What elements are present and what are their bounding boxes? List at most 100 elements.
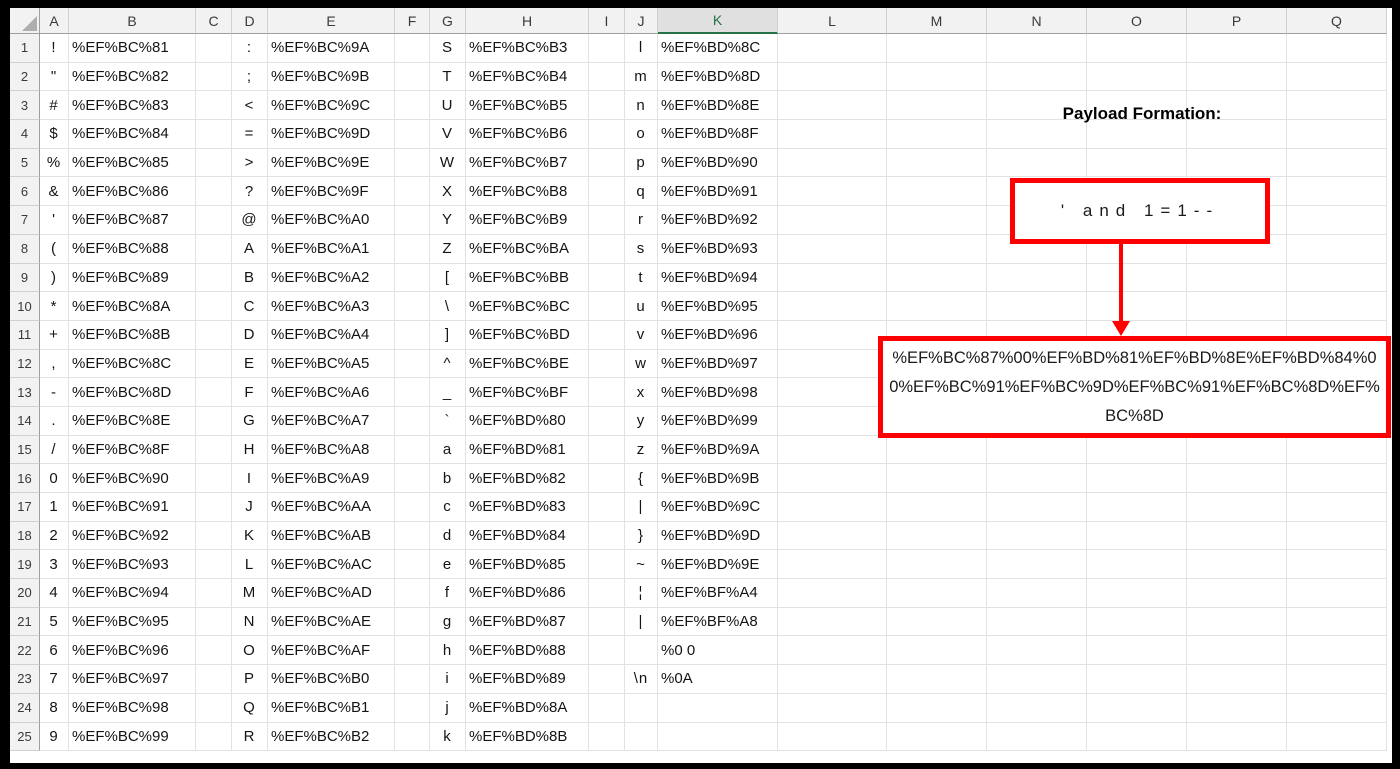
- cell-O15[interactable]: [1087, 435, 1187, 465]
- cell-H20[interactable]: %EF%BD%86: [466, 579, 589, 608]
- cell-M18[interactable]: [887, 521, 987, 551]
- cell-G20[interactable]: f: [430, 579, 466, 608]
- cell-O1[interactable]: [1087, 34, 1187, 63]
- column-header-M[interactable]: M: [887, 8, 987, 34]
- cell-F25[interactable]: [395, 722, 430, 752]
- cell-F20[interactable]: [395, 579, 430, 608]
- cell-O25[interactable]: [1087, 722, 1187, 752]
- cell-F14[interactable]: [395, 406, 430, 436]
- cell-A13[interactable]: -: [40, 378, 69, 407]
- cell-H7[interactable]: %EF%BC%B9: [466, 206, 589, 235]
- cell-D18[interactable]: K: [232, 521, 268, 551]
- row-header-4[interactable]: 4: [10, 120, 40, 149]
- cell-O10[interactable]: [1087, 292, 1187, 321]
- cell-D9[interactable]: B: [232, 263, 268, 293]
- cell-L4[interactable]: [778, 120, 887, 149]
- cell-O4[interactable]: [1087, 120, 1187, 149]
- cell-E24[interactable]: %EF%BC%B1: [268, 693, 395, 723]
- cell-F22[interactable]: [395, 636, 430, 666]
- row-header-25[interactable]: 25: [10, 722, 40, 752]
- cell-M25[interactable]: [887, 722, 987, 752]
- cell-F11[interactable]: [395, 320, 430, 350]
- cell-B1[interactable]: %EF%BC%81: [69, 34, 196, 63]
- cell-C24[interactable]: [196, 693, 232, 723]
- cell-J8[interactable]: s: [625, 234, 658, 264]
- cell-K10[interactable]: %EF%BD%95: [658, 292, 778, 321]
- cell-M10[interactable]: [887, 292, 987, 321]
- row-header-9[interactable]: 9: [10, 263, 40, 293]
- cell-C2[interactable]: [196, 62, 232, 92]
- cell-P15[interactable]: [1187, 435, 1287, 465]
- cell-B9[interactable]: %EF%BC%89: [69, 263, 196, 293]
- cell-J18[interactable]: }: [625, 521, 658, 551]
- cell-C21[interactable]: [196, 607, 232, 637]
- cell-H22[interactable]: %EF%BD%88: [466, 636, 589, 666]
- cell-A21[interactable]: 5: [40, 607, 69, 637]
- cell-H25[interactable]: %EF%BD%8B: [466, 722, 589, 752]
- cell-M17[interactable]: [887, 493, 987, 522]
- cell-L20[interactable]: [778, 579, 887, 608]
- cell-O9[interactable]: [1087, 263, 1187, 293]
- cell-B21[interactable]: %EF%BC%95: [69, 607, 196, 637]
- cell-F5[interactable]: [395, 148, 430, 178]
- cell-E23[interactable]: %EF%BC%B0: [268, 665, 395, 694]
- cell-D8[interactable]: A: [232, 234, 268, 264]
- cell-K4[interactable]: %EF%BD%8F: [658, 120, 778, 149]
- cell-A15[interactable]: /: [40, 435, 69, 465]
- cell-A6[interactable]: &: [40, 177, 69, 207]
- cell-A22[interactable]: 6: [40, 636, 69, 666]
- row-header-16[interactable]: 16: [10, 464, 40, 493]
- cell-G16[interactable]: b: [430, 464, 466, 493]
- cell-C15[interactable]: [196, 435, 232, 465]
- cell-C12[interactable]: [196, 349, 232, 379]
- cell-N4[interactable]: [987, 120, 1087, 149]
- cell-G3[interactable]: U: [430, 91, 466, 121]
- cell-B2[interactable]: %EF%BC%82: [69, 62, 196, 92]
- cell-N20[interactable]: [987, 579, 1087, 608]
- cell-O24[interactable]: [1087, 693, 1187, 723]
- cell-M16[interactable]: [887, 464, 987, 493]
- cell-J19[interactable]: ~: [625, 550, 658, 580]
- cell-F17[interactable]: [395, 493, 430, 522]
- cell-L3[interactable]: [778, 91, 887, 121]
- cell-F6[interactable]: [395, 177, 430, 207]
- cell-J5[interactable]: p: [625, 148, 658, 178]
- cell-P10[interactable]: [1187, 292, 1287, 321]
- row-header-5[interactable]: 5: [10, 148, 40, 178]
- cell-D13[interactable]: F: [232, 378, 268, 407]
- cell-B18[interactable]: %EF%BC%92: [69, 521, 196, 551]
- column-header-B[interactable]: B: [69, 8, 196, 34]
- row-header-23[interactable]: 23: [10, 665, 40, 694]
- cell-N9[interactable]: [987, 263, 1087, 293]
- cell-F18[interactable]: [395, 521, 430, 551]
- cell-J22[interactable]: [625, 636, 658, 666]
- row-header-14[interactable]: 14: [10, 406, 40, 436]
- cell-C4[interactable]: [196, 120, 232, 149]
- cell-I16[interactable]: [589, 464, 625, 493]
- cell-O18[interactable]: [1087, 521, 1187, 551]
- cell-K25[interactable]: [658, 722, 778, 752]
- cell-H14[interactable]: %EF%BD%80: [466, 406, 589, 436]
- cell-F10[interactable]: [395, 292, 430, 321]
- cell-B5[interactable]: %EF%BC%85: [69, 148, 196, 178]
- cell-K22[interactable]: %0 0: [658, 636, 778, 666]
- cell-C16[interactable]: [196, 464, 232, 493]
- cell-G18[interactable]: d: [430, 521, 466, 551]
- cell-E20[interactable]: %EF%BC%AD: [268, 579, 395, 608]
- cell-P17[interactable]: [1187, 493, 1287, 522]
- row-header-18[interactable]: 18: [10, 521, 40, 551]
- cell-M8[interactable]: [887, 234, 987, 264]
- cell-E10[interactable]: %EF%BC%A3: [268, 292, 395, 321]
- cell-H4[interactable]: %EF%BC%B6: [466, 120, 589, 149]
- cell-Q24[interactable]: [1287, 693, 1387, 723]
- cell-B23[interactable]: %EF%BC%97: [69, 665, 196, 694]
- cell-Q21[interactable]: [1287, 607, 1387, 637]
- cell-L23[interactable]: [778, 665, 887, 694]
- cell-C18[interactable]: [196, 521, 232, 551]
- cell-E12[interactable]: %EF%BC%A5: [268, 349, 395, 379]
- cell-L25[interactable]: [778, 722, 887, 752]
- cell-E22[interactable]: %EF%BC%AF: [268, 636, 395, 666]
- cell-J25[interactable]: [625, 722, 658, 752]
- cell-E2[interactable]: %EF%BC%9B: [268, 62, 395, 92]
- cell-I11[interactable]: [589, 320, 625, 350]
